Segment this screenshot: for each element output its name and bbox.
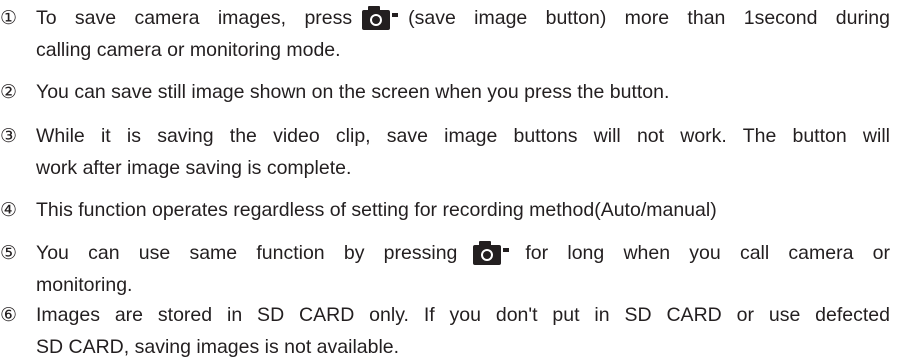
- list-item: ⑤ You can use same function by pressing fo…: [0, 237, 890, 301]
- item-text: This function operates regardless of set…: [36, 199, 717, 221]
- item-text: for long when you call camera or: [525, 242, 891, 264]
- item-line: monitoring.: [0, 269, 890, 301]
- item-text: monitoring.: [36, 274, 133, 296]
- list-item: ④ This function operates regardless of se…: [0, 194, 890, 226]
- list-item: ③ While it is saving the video clip, save…: [0, 120, 890, 184]
- item-line: ④ This function operates regardless of se…: [0, 194, 890, 226]
- item-number: ④: [0, 199, 18, 221]
- item-line: ② You can save still image shown on the s…: [0, 76, 890, 108]
- camera-icon: [473, 239, 510, 265]
- instruction-list: ① To save camera images, press (save image…: [0, 0, 903, 364]
- list-item: ⑥ Images are stored in SD CARD only. If y…: [0, 299, 890, 363]
- item-text: You can use same function by pressing: [36, 242, 458, 264]
- item-text: While it is saving the video clip, save …: [36, 125, 890, 147]
- item-line: SD CARD, saving images is not available.: [0, 331, 890, 363]
- camera-icon: [362, 4, 399, 30]
- item-line: ③ While it is saving the video clip, save…: [0, 120, 890, 152]
- item-line: ⑤ You can use same function by pressing fo…: [0, 237, 890, 269]
- item-text: calling camera or monitoring mode.: [36, 39, 341, 61]
- item-text: SD CARD, saving images is not available.: [36, 336, 400, 358]
- item-line: ⑥ Images are stored in SD CARD only. If y…: [0, 299, 890, 331]
- item-line: ① To save camera images, press (save image…: [0, 2, 890, 34]
- item-text: To save camera images, press: [36, 7, 353, 29]
- item-number: ③: [0, 125, 18, 147]
- item-line: work after image saving is complete.: [0, 152, 890, 184]
- list-item: ① To save camera images, press (save image…: [0, 2, 890, 66]
- item-text: You can save still image shown on the sc…: [36, 81, 670, 103]
- item-number: ⑥: [0, 304, 18, 326]
- item-text: Images are stored in SD CARD only. If yo…: [36, 304, 890, 326]
- item-number: ⑤: [0, 242, 18, 264]
- item-number: ①: [0, 7, 18, 29]
- item-number: ②: [0, 81, 18, 103]
- list-item: ② You can save still image shown on the s…: [0, 76, 890, 108]
- item-text: work after image saving is complete.: [36, 157, 352, 179]
- item-text: (save image button) more than 1second du…: [408, 7, 890, 29]
- item-line: calling camera or monitoring mode.: [0, 34, 890, 66]
